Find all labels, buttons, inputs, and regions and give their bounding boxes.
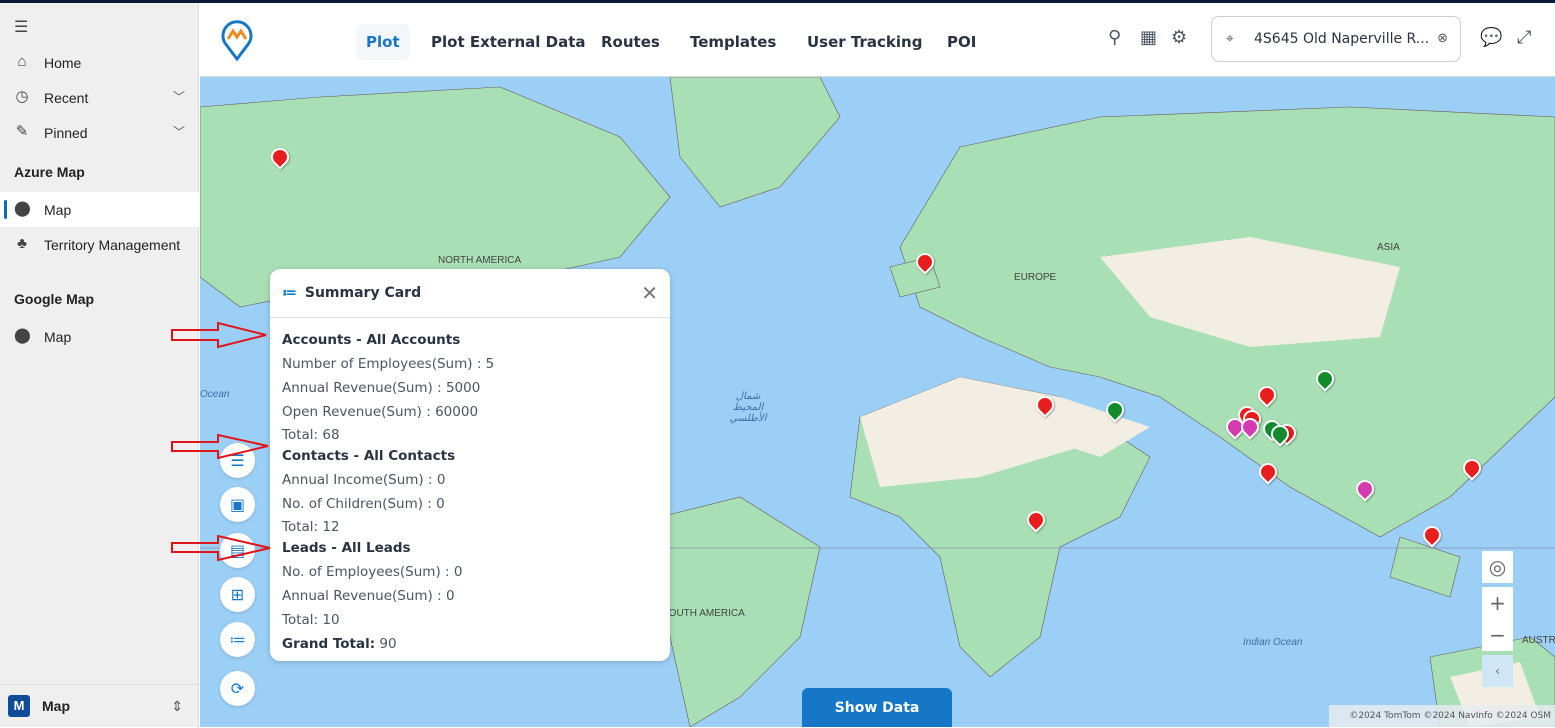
tab-poi[interactable]: POI — [937, 24, 986, 60]
address-value: 4S645 Old Naperville R... — [1254, 31, 1430, 47]
map-label-north-atlantic: شمال المحيط الأطلسي — [729, 391, 767, 424]
territory-icon: ♣ — [17, 235, 27, 252]
tab-plot[interactable]: Plot — [356, 24, 410, 60]
accounts-line: Annual Revenue(Sum) : 5000 — [282, 380, 481, 396]
area-label: Map — [42, 698, 70, 714]
sidebar-item-territory[interactable]: ♣ Territory Management — [0, 227, 199, 262]
leads-line: Annual Revenue(Sum) : 0 — [282, 588, 455, 604]
sidebar-item-label: Map — [44, 201, 72, 218]
map-style-button[interactable]: ‹ — [1482, 655, 1513, 687]
map-label-south-america: SOUTH AMERICA — [662, 608, 745, 619]
grid-button[interactable]: ⊞ — [220, 577, 255, 612]
sidebar-item-home[interactable]: ⌂ Home — [0, 45, 199, 80]
contacts-line: Annual Income(Sum) : 0 — [282, 472, 446, 488]
pin-icon: ✎ — [15, 123, 29, 140]
calendar-icon[interactable]: ▦ — [1140, 27, 1157, 48]
tab-user-tracking[interactable]: User Tracking — [797, 24, 932, 60]
sidebar-item-recent[interactable]: ◷ Recent ﹀ — [0, 80, 199, 115]
home-icon: ⌂ — [17, 53, 27, 70]
section-heading-google: Google Map — [14, 291, 95, 307]
search-icon[interactable]: ⚲ — [1108, 27, 1121, 48]
chat-icon[interactable]: 💬 — [1480, 27, 1502, 48]
refresh-button[interactable]: ⟳ — [220, 671, 255, 706]
summary-button[interactable]: ≔ — [220, 622, 255, 657]
chevron-down-icon[interactable]: ﹀ — [173, 88, 185, 105]
map-label-australia: AUSTR — [1522, 635, 1555, 646]
gear-icon[interactable]: ⚙ — [1171, 27, 1187, 48]
accounts-line: Number of Employees(Sum) : 5 — [282, 356, 495, 372]
leads-line: No. of Employees(Sum) : 0 — [282, 564, 463, 580]
sidebar-item-label: Map — [44, 328, 72, 345]
tab-templates[interactable]: Templates — [680, 24, 786, 60]
tab-plot-external-data[interactable]: Plot External Data — [421, 24, 596, 60]
show-data-button[interactable]: Show Data — [802, 688, 952, 727]
expand-icon[interactable]: ⤢ — [1517, 27, 1531, 48]
leads-heading: Leads - All Leads — [282, 540, 411, 556]
tab-routes[interactable]: Routes — [591, 24, 670, 60]
map-label-europe: EUROPE — [1014, 272, 1057, 283]
sidebar-item-label: Pinned — [44, 124, 88, 141]
section-heading-azure: Azure Map — [14, 164, 85, 180]
address-input[interactable]: ⌖ 4S645 Old Naperville R... ⊗ — [1211, 16, 1461, 62]
accounts-line: Open Revenue(Sum) : 60000 — [282, 404, 479, 420]
zoom-out-button[interactable]: − — [1482, 619, 1513, 651]
map-pin-icon: ⬤ — [14, 327, 31, 344]
annotation-arrows — [171, 321, 271, 562]
sidebar-item-label: Recent — [44, 89, 89, 106]
contacts-heading: Contacts - All Contacts — [282, 448, 456, 464]
leads-total: Total: 10 — [282, 612, 340, 628]
locate-me-button[interactable]: ◎ — [1482, 551, 1513, 583]
sidebar-item-label: Home — [44, 54, 82, 71]
hamburger-icon[interactable]: ☰ — [14, 17, 28, 37]
sidebar-item-pinned[interactable]: ✎ Pinned ﹀ — [0, 115, 199, 150]
sidebar-item-azure-map[interactable]: ⬤ Map — [0, 192, 199, 227]
area-badge: M — [8, 695, 30, 717]
summary-card-header: ≔ Summary Card ✕ — [270, 269, 670, 318]
zoom-in-button[interactable]: + — [1482, 587, 1513, 619]
summary-card-title: Summary Card — [304, 285, 422, 301]
area-switcher[interactable]: M Map ⇕ — [0, 684, 199, 727]
app-header: Plot Plot External Data Routes Templates… — [200, 3, 1555, 77]
clock-icon: ◷ — [15, 88, 29, 105]
summary-card: ≔ Summary Card ✕ Accounts - All Accounts N… — [270, 269, 670, 661]
map-label-indian-ocean: Indian Ocean — [1243, 637, 1303, 648]
map-label-north-america: NORTH AMERICA — [438, 255, 522, 266]
contacts-total: Total: 12 — [282, 519, 340, 535]
accounts-total: Total: 68 — [282, 427, 340, 443]
grand-total-value: 90 — [379, 636, 397, 652]
app-logo — [221, 20, 253, 61]
map-label-asia: ASIA — [1377, 242, 1400, 253]
numbered-list-icon: ≔ — [282, 285, 297, 301]
sidebar-item-label: Territory Management — [44, 236, 181, 253]
accounts-heading: Accounts - All Accounts — [282, 332, 461, 348]
contacts-line: No. of Children(Sum) : 0 — [282, 496, 445, 512]
grand-total-label: Grand Total: — [282, 636, 376, 652]
location-icon: ⌖ — [1226, 31, 1234, 47]
map-pin-icon: ⬤ — [14, 200, 31, 217]
close-icon[interactable]: ✕ — [641, 281, 658, 305]
map-attribution: ©2024 TomTom ©2024 NavInfo ©2024 OSM — [1329, 705, 1555, 727]
clear-icon[interactable]: ⊗ — [1437, 17, 1448, 61]
chevron-down-icon[interactable]: ﹀ — [173, 123, 185, 140]
chevron-updown-icon: ⇕ — [171, 697, 183, 714]
